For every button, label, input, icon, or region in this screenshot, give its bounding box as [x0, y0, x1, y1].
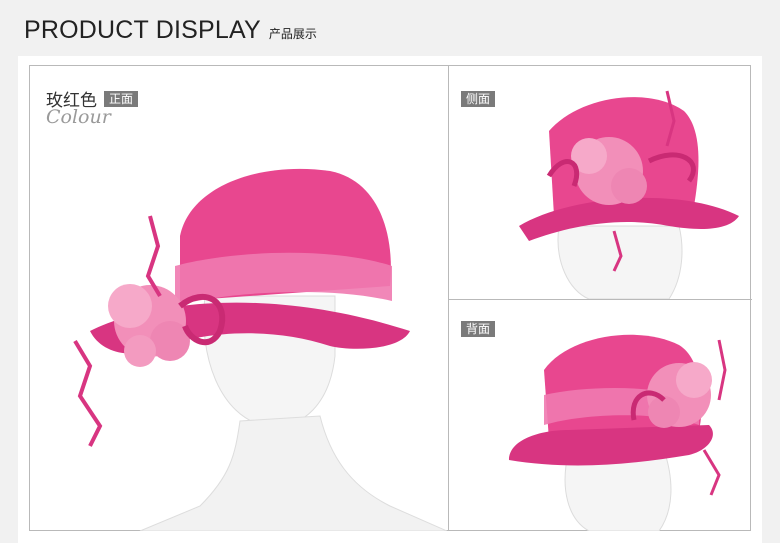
front-hat-photo[interactable]: [30, 126, 447, 531]
product-panel: 玫红色 正面 Colour 侧面 背面: [18, 56, 762, 543]
side-hat-photo[interactable]: [449, 66, 752, 299]
back-hat-photo[interactable]: [449, 300, 752, 531]
page-header: PRODUCT DISPLAY 产品展示: [24, 16, 317, 50]
colour-caption: Colour: [46, 106, 111, 128]
product-frame: 玫红色 正面 Colour 侧面 背面: [29, 65, 752, 531]
front-view-tag: 正面: [104, 90, 139, 107]
page-title: PRODUCT DISPLAY: [24, 16, 261, 44]
page-subtitle: 产品展示: [268, 27, 317, 41]
